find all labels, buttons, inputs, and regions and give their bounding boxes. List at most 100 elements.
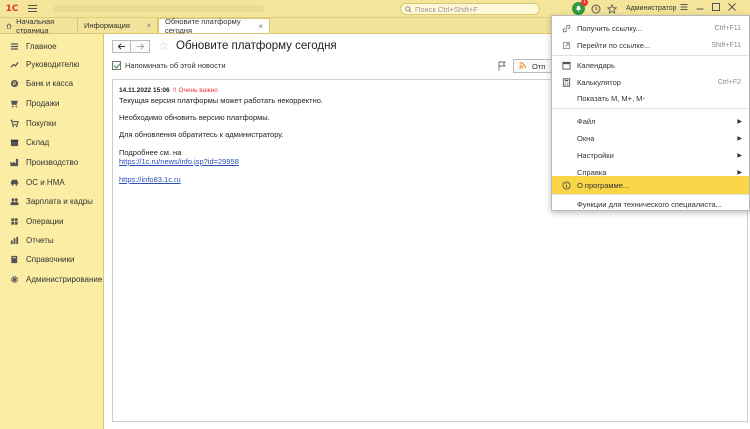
sidebar-item-label: Зарплата и кадры <box>26 196 93 206</box>
link-icon <box>561 23 571 33</box>
news-link-info83[interactable]: https://info83.1c.ru <box>119 175 181 184</box>
rss-label: Отп <box>532 61 546 71</box>
submenu-arrow-icon: ▶ <box>737 135 742 142</box>
tab-info-label: Информация <box>84 21 130 30</box>
box-icon <box>10 138 19 147</box>
more-menu-icon[interactable] <box>679 2 689 12</box>
menu-show-memory[interactable]: Показать М, М+, М- <box>552 89 749 107</box>
remind-checkbox[interactable] <box>112 61 121 70</box>
forward-button[interactable] <box>131 40 150 53</box>
sidebar-item-label: Производство <box>26 157 79 167</box>
close-tab-icon[interactable]: × <box>146 21 151 30</box>
submenu-arrow-icon: ▶ <box>737 152 742 159</box>
rss-icon <box>519 61 526 71</box>
sidebar-item-label: Продажи <box>26 98 60 108</box>
search-icon <box>405 5 412 13</box>
info-icon <box>561 180 571 190</box>
sidebar-item-catalogs[interactable]: Справочники <box>0 252 103 266</box>
news-date: 14.11.2022 15:06 <box>119 87 170 94</box>
search-input[interactable]: Поиск Ctrl+Shift+F <box>400 3 540 15</box>
tab-update-platform[interactable]: Обновите платформу сегодня × <box>158 17 270 35</box>
tab-update-platform-label: Обновите платформу сегодня <box>165 17 241 35</box>
submenu-arrow-icon: ▶ <box>737 169 742 176</box>
sidebar-item-label: Главное <box>26 41 57 51</box>
gear-icon <box>10 275 19 284</box>
menu-goto-link[interactable]: Перейти по ссылке... Shift+F11 <box>552 36 749 54</box>
menu-get-link[interactable]: Получить ссылку... Ctrl+F11 <box>552 19 749 37</box>
news-link-1c[interactable]: https://1c.ru/news/info.jsp?id=29958 <box>119 157 239 166</box>
menu-windows[interactable]: Окна ▶ <box>552 129 749 147</box>
news-paragraph: Для обновления обратитесь к администрато… <box>119 130 284 139</box>
page-title: Обновите платформу сегодня <box>176 40 337 52</box>
arrow-left-icon <box>117 43 125 50</box>
people-icon <box>10 197 19 206</box>
sidebar-item-label: ОС и НМА <box>26 177 65 187</box>
sidebar-item-main[interactable]: Главное <box>0 39 103 53</box>
window-title-blurred <box>54 5 264 12</box>
sidebar: Главное Руководителю ₽ Банк и касса Прод… <box>0 34 103 429</box>
sidebar-item-production[interactable]: Производство <box>0 155 103 169</box>
sidebar-item-warehouse[interactable]: Склад <box>0 135 103 149</box>
sidebar-item-label: Отчеты <box>26 235 54 245</box>
sidebar-item-bank[interactable]: ₽ Банк и касса <box>0 76 103 90</box>
menu-about[interactable]: О программе... <box>552 176 749 194</box>
remind-label: Напоминать об этой новости <box>125 61 226 70</box>
menu-settings[interactable]: Настройки ▶ <box>552 146 749 164</box>
sidebar-item-label: Руководителю <box>26 59 80 69</box>
1c-logo: 1С <box>5 3 19 14</box>
book-icon <box>10 255 19 264</box>
flag-icon[interactable] <box>497 61 507 71</box>
news-paragraph: Подробнее см. на <box>119 148 182 157</box>
news-importance: !! Очень важно <box>173 87 218 94</box>
remind-checkbox-row[interactable]: Напоминать об этой новости <box>112 61 226 70</box>
sidebar-item-administration[interactable]: Администрирование <box>0 272 103 286</box>
search-placeholder: Поиск Ctrl+Shift+F <box>415 4 478 14</box>
notifications-badge: 1 <box>581 0 588 6</box>
basket-icon <box>10 119 19 128</box>
sidebar-item-label: Покупки <box>26 118 57 128</box>
main-menu-icon[interactable] <box>28 0 42 18</box>
favorites-star-icon[interactable] <box>607 3 617 14</box>
favorite-star-icon[interactable]: ☆ <box>158 39 169 53</box>
svg-text:₽: ₽ <box>13 81 17 87</box>
home-icon <box>6 22 12 29</box>
back-button[interactable] <box>112 40 131 53</box>
news-paragraph: Необходимо обновить версию платформы. <box>119 113 270 122</box>
sidebar-item-sales[interactable]: Продажи <box>0 96 103 110</box>
arrow-right-icon <box>136 43 144 50</box>
tab-info[interactable]: Информация × <box>78 18 158 33</box>
cart-icon <box>10 99 19 108</box>
factory-icon <box>10 158 19 167</box>
car-icon <box>10 178 19 187</box>
goto-link-icon <box>561 40 571 50</box>
main-dropdown-menu: Получить ссылку... Ctrl+F11 Перейти по с… <box>551 15 750 211</box>
maximize-icon[interactable] <box>711 2 721 12</box>
list-icon <box>10 42 19 51</box>
tab-home[interactable]: Начальная страница <box>0 17 78 35</box>
sidebar-item-salary[interactable]: Зарплата и кадры <box>0 194 103 208</box>
history-icon[interactable] <box>591 4 601 14</box>
minimize-icon[interactable] <box>695 2 705 12</box>
current-user[interactable]: Администратор <box>626 5 677 12</box>
sidebar-item-fixed-assets[interactable]: ОС и НМА <box>0 175 103 189</box>
news-paragraph: Текущая версия платформы может работать … <box>119 96 323 105</box>
menu-file[interactable]: Файл ▶ <box>552 112 749 130</box>
menu-separator <box>552 108 749 109</box>
sidebar-item-label: Справочники <box>26 254 75 264</box>
sidebar-item-reports[interactable]: Отчеты <box>0 233 103 247</box>
close-window-icon[interactable] <box>727 2 737 12</box>
sidebar-item-manager[interactable]: Руководителю <box>0 57 103 71</box>
menu-tech-functions[interactable]: Функции для технического специалиста... <box>552 195 749 213</box>
trend-icon <box>10 60 19 69</box>
coin-icon: ₽ <box>10 79 19 88</box>
sidebar-item-operations[interactable]: Операции <box>0 214 103 228</box>
sidebar-item-purchases[interactable]: Покупки <box>0 116 103 130</box>
sidebar-item-label: Операции <box>26 216 64 226</box>
notifications-bell-icon[interactable]: 1 <box>572 0 588 15</box>
chart-icon <box>10 236 19 245</box>
cube-icon <box>10 217 19 226</box>
close-tab-icon[interactable]: × <box>258 22 263 31</box>
menu-calendar[interactable]: Календарь <box>552 56 749 74</box>
sidebar-item-label: Банк и касса <box>26 78 74 88</box>
calculator-icon <box>561 77 571 87</box>
